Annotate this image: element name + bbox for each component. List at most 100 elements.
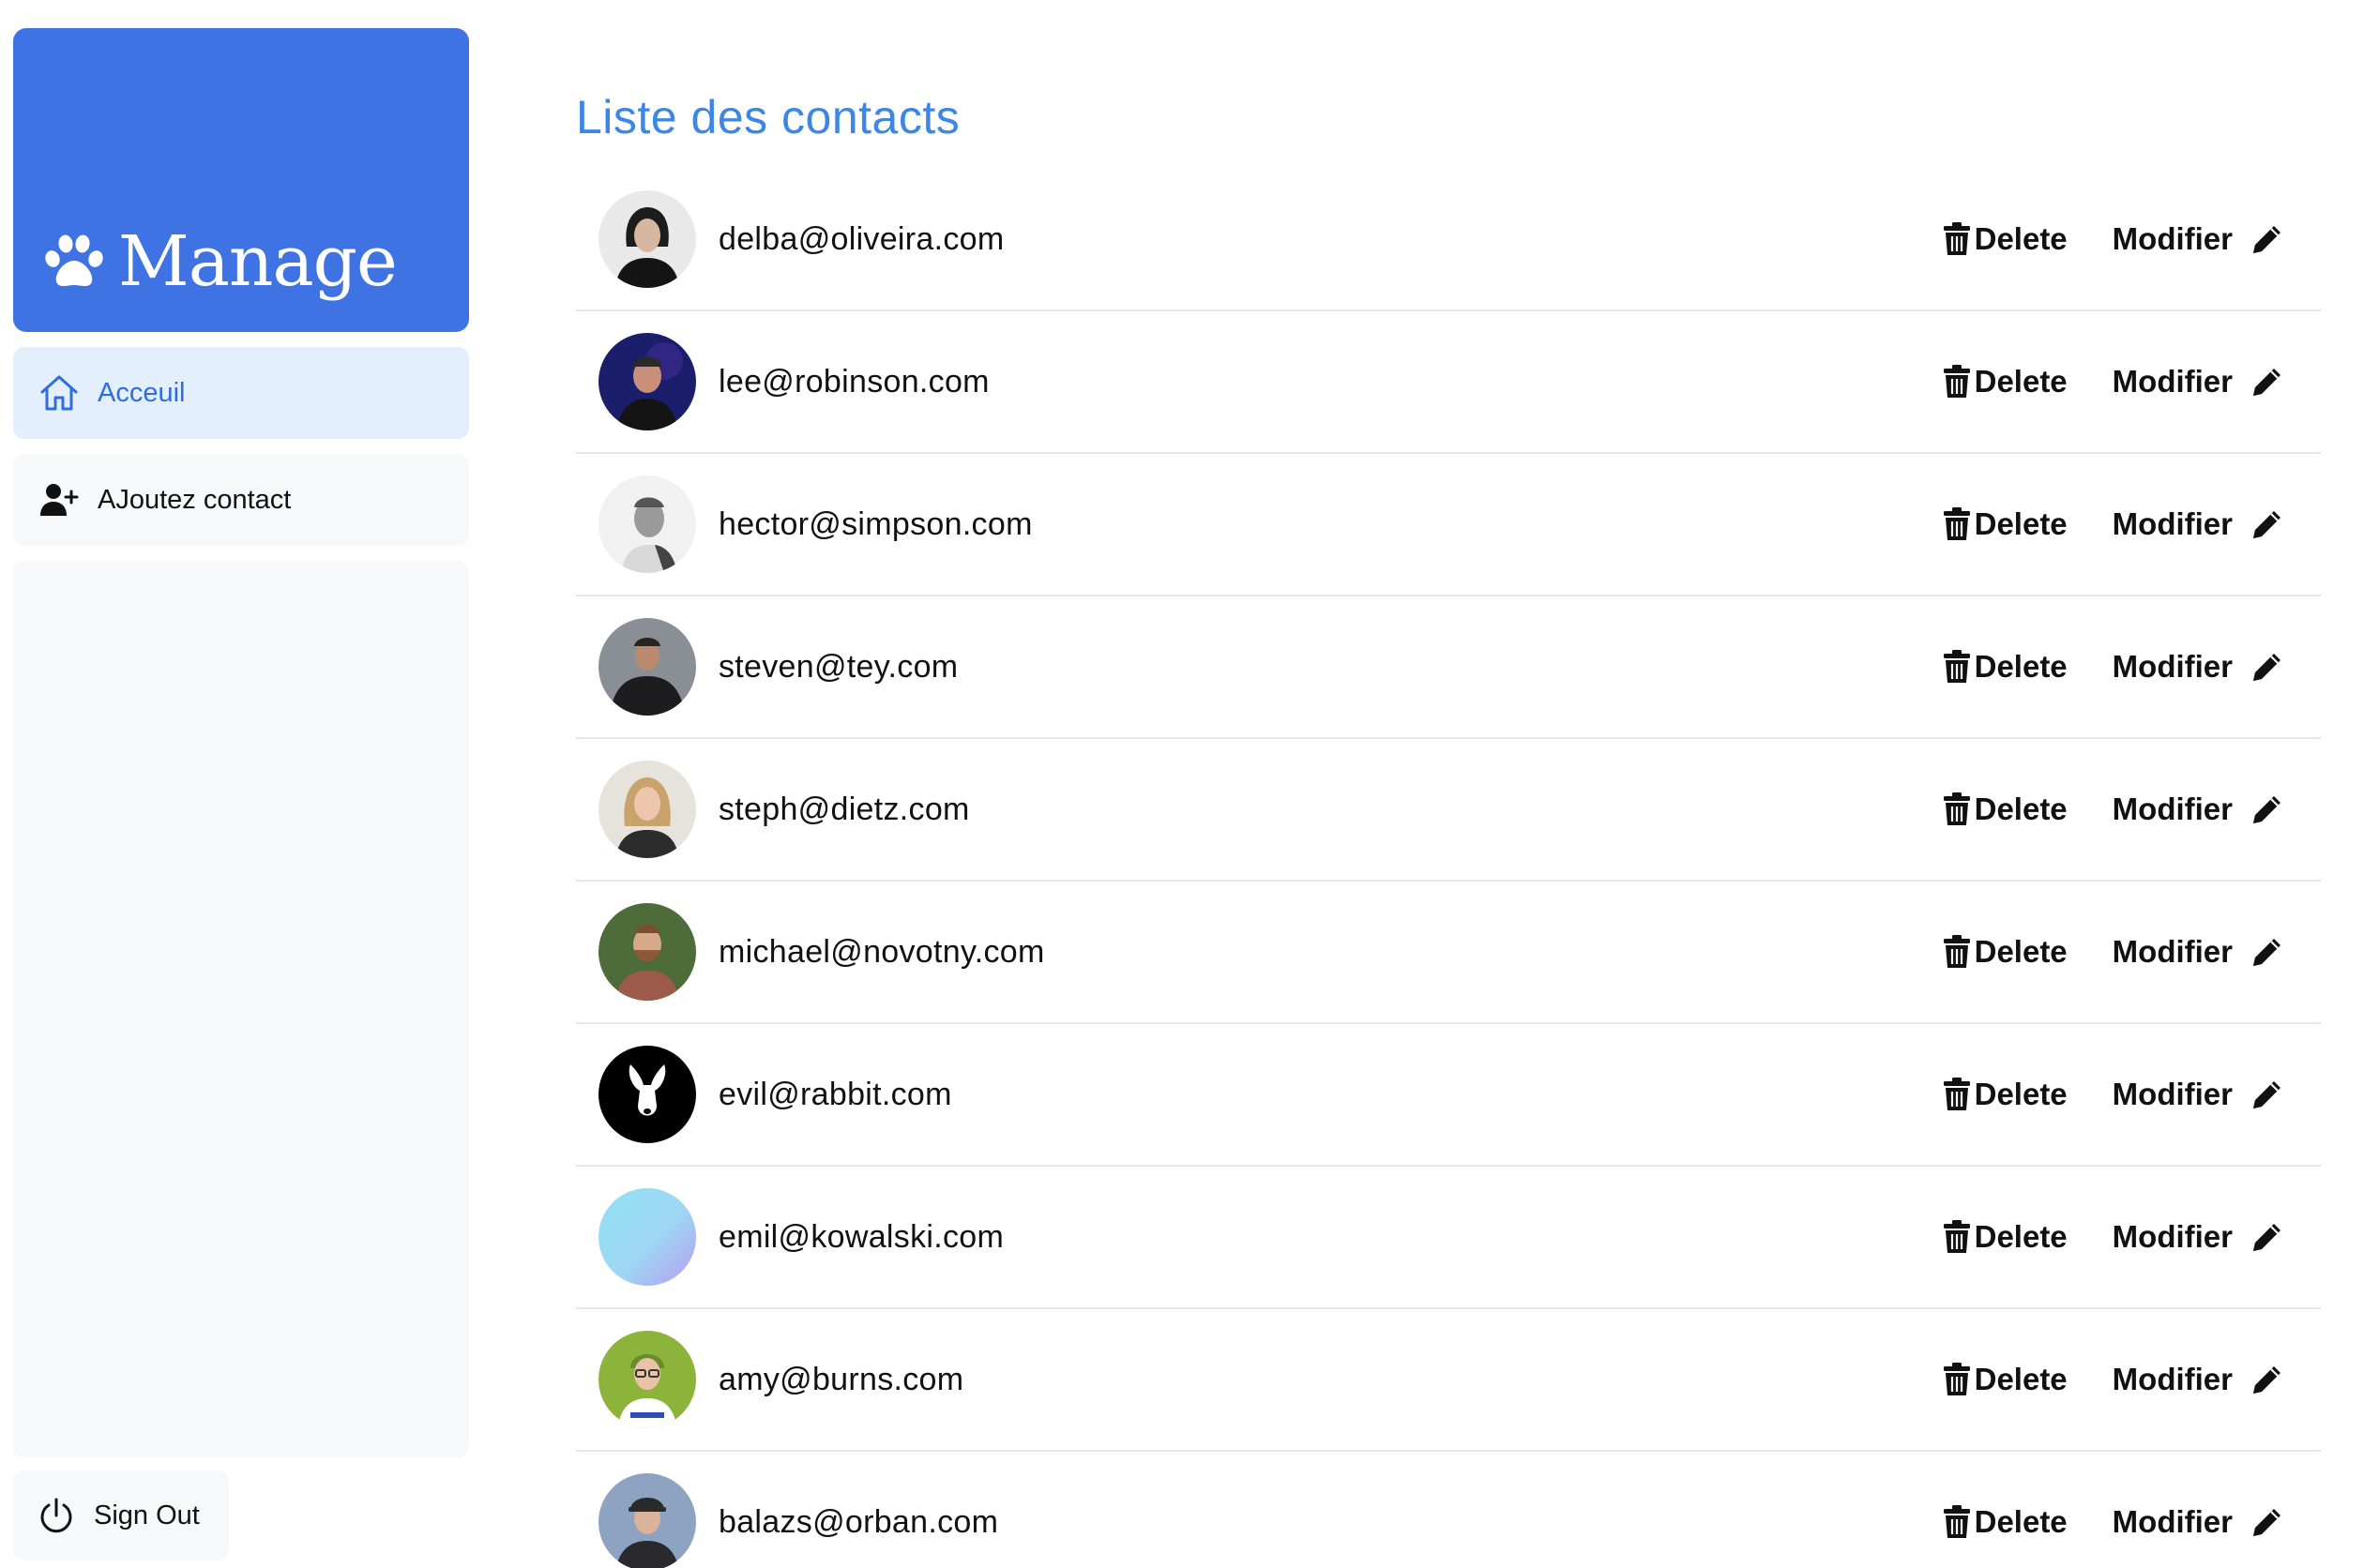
contact-email: evil@rabbit.com xyxy=(719,1076,952,1112)
brand-name: Manage xyxy=(118,221,398,302)
modify-button[interactable]: Modifier xyxy=(2113,1219,2285,1255)
delete-button[interactable]: Delete xyxy=(1943,1219,2068,1255)
contact-list: delba@oliveira.com Delete Modifier lee@r… xyxy=(576,169,2321,1568)
avatar xyxy=(599,1188,696,1286)
avatar xyxy=(599,190,696,288)
contact-row: evil@rabbit.com Delete Modifier xyxy=(576,1024,2321,1167)
modify-button[interactable]: Modifier xyxy=(2113,934,2285,970)
row-actions: Delete Modifier xyxy=(1943,1452,2285,1568)
contact-email: delba@oliveira.com xyxy=(719,220,1005,257)
row-actions: Delete Modifier xyxy=(1943,1309,2285,1450)
modify-button[interactable]: Modifier xyxy=(2113,364,2285,400)
contact-email: lee@robinson.com xyxy=(719,363,990,400)
sidebar-item-label: Acceuil xyxy=(98,377,186,408)
row-actions: Delete Modifier xyxy=(1943,311,2285,452)
pencil-icon xyxy=(2253,1509,2281,1536)
avatar xyxy=(599,761,696,858)
contact-email: michael@novotny.com xyxy=(719,933,1045,970)
pencil-icon xyxy=(2253,369,2281,396)
modify-button[interactable]: Modifier xyxy=(2113,1504,2285,1540)
modify-label: Modifier xyxy=(2112,221,2233,256)
delete-button[interactable]: Delete xyxy=(1943,1077,2068,1112)
contact-email: steven@tey.com xyxy=(719,648,959,685)
modify-label: Modifier xyxy=(2112,1077,2233,1111)
modify-button[interactable]: Modifier xyxy=(2113,221,2285,257)
delete-button[interactable]: Delete xyxy=(1943,1362,2068,1397)
avatar xyxy=(599,1046,696,1143)
sign-out-label: Sign Out xyxy=(94,1500,200,1530)
contact-row: lee@robinson.com Delete Modifier xyxy=(576,311,2321,454)
delete-label: Delete xyxy=(1974,1362,2068,1396)
trash-icon xyxy=(1943,1505,1970,1538)
contact-row: emil@kowalski.com Delete Modifier xyxy=(576,1167,2321,1309)
trash-icon xyxy=(1943,1220,1970,1253)
modify-label: Modifier xyxy=(2112,1504,2233,1539)
delete-button[interactable]: Delete xyxy=(1943,364,2068,400)
trash-icon xyxy=(1943,1363,1970,1395)
modify-button[interactable]: Modifier xyxy=(2113,1077,2285,1112)
avatar xyxy=(599,333,696,430)
sign-out-button[interactable]: Sign Out xyxy=(13,1470,229,1560)
trash-icon xyxy=(1943,222,1970,255)
contact-row: balazs@orban.com Delete Modifier xyxy=(576,1452,2321,1568)
modify-button[interactable]: Modifier xyxy=(2113,792,2285,827)
avatar xyxy=(599,1473,696,1568)
delete-label: Delete xyxy=(1974,221,2068,256)
trash-icon xyxy=(1943,365,1970,398)
avatar xyxy=(599,1331,696,1428)
contact-row: steven@tey.com Delete Modifier xyxy=(576,596,2321,739)
row-actions: Delete Modifier xyxy=(1943,1167,2285,1307)
sidebar-item-accueil[interactable]: Acceuil xyxy=(13,347,469,439)
sidebar-empty-panel xyxy=(13,561,469,1457)
row-actions: Delete Modifier xyxy=(1943,739,2285,880)
row-actions: Delete Modifier xyxy=(1943,1024,2285,1165)
delete-button[interactable]: Delete xyxy=(1943,934,2068,970)
trash-icon xyxy=(1943,792,1970,825)
trash-icon xyxy=(1943,1078,1970,1110)
row-actions: Delete Modifier xyxy=(1943,169,2285,309)
pencil-icon xyxy=(2253,226,2281,253)
pencil-icon xyxy=(2253,654,2281,681)
sidebar: Manage Acceuil AJoutez contact Sign Out xyxy=(13,28,469,1562)
modify-button[interactable]: Modifier xyxy=(2113,1362,2285,1397)
modify-button[interactable]: Modifier xyxy=(2113,506,2285,542)
row-actions: Delete Modifier xyxy=(1943,454,2285,595)
delete-button[interactable]: Delete xyxy=(1943,792,2068,827)
modify-button[interactable]: Modifier xyxy=(2113,649,2285,685)
delete-label: Delete xyxy=(1974,934,2068,969)
delete-label: Delete xyxy=(1974,506,2068,541)
pencil-icon xyxy=(2253,1081,2281,1108)
contact-email: steph@dietz.com xyxy=(719,791,970,827)
pencil-icon xyxy=(2253,511,2281,538)
sidebar-item-label: AJoutez contact xyxy=(98,484,292,515)
delete-button[interactable]: Delete xyxy=(1943,506,2068,542)
pencil-icon xyxy=(2253,796,2281,823)
modify-label: Modifier xyxy=(2112,934,2233,969)
page-title: Liste des contacts xyxy=(576,91,961,143)
brand-logo-box[interactable]: Manage xyxy=(13,28,469,332)
avatar xyxy=(599,903,696,1001)
contact-row: michael@novotny.com Delete Modifier xyxy=(576,882,2321,1024)
delete-button[interactable]: Delete xyxy=(1943,649,2068,685)
delete-button[interactable]: Delete xyxy=(1943,221,2068,257)
contact-row: amy@burns.com Delete Modifier xyxy=(576,1309,2321,1452)
delete-label: Delete xyxy=(1974,364,2068,399)
pencil-icon xyxy=(2253,939,2281,966)
trash-icon xyxy=(1943,935,1970,968)
delete-label: Delete xyxy=(1974,1077,2068,1111)
contact-email: amy@burns.com xyxy=(719,1361,964,1397)
modify-label: Modifier xyxy=(2112,364,2233,399)
avatar xyxy=(599,475,696,573)
home-icon xyxy=(40,375,78,411)
contact-row: delba@oliveira.com Delete Modifier xyxy=(576,169,2321,311)
modify-label: Modifier xyxy=(2112,1219,2233,1254)
delete-label: Delete xyxy=(1974,792,2068,826)
row-actions: Delete Modifier xyxy=(1943,596,2285,737)
delete-button[interactable]: Delete xyxy=(1943,1504,2068,1540)
contact-email: balazs@orban.com xyxy=(719,1503,999,1540)
delete-label: Delete xyxy=(1974,649,2068,684)
avatar xyxy=(599,618,696,716)
power-icon xyxy=(40,1498,72,1533)
sidebar-item-add-contact[interactable]: AJoutez contact xyxy=(13,454,469,546)
pencil-icon xyxy=(2253,1366,2281,1394)
